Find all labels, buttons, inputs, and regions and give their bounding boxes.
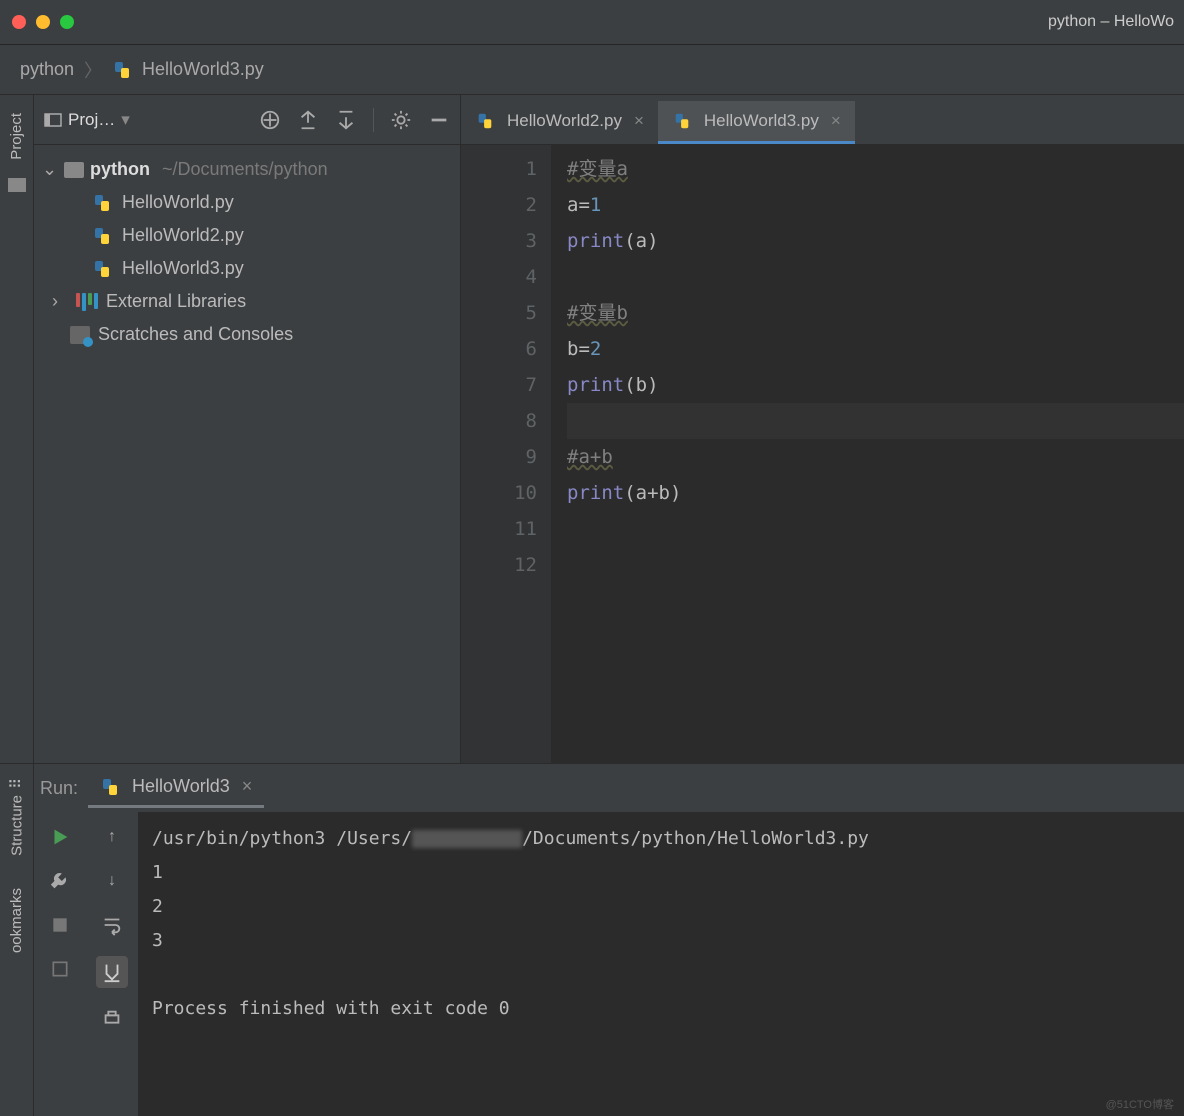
close-icon[interactable]: × (831, 111, 841, 131)
sidebar-title[interactable]: Proj… (68, 110, 115, 130)
run-panel: Structure ⠿ ookmarks Run: HelloWorld3 × … (0, 763, 1184, 1116)
library-icon (76, 293, 98, 311)
python-file-icon (92, 259, 112, 279)
python-icon (100, 777, 120, 797)
python-file-icon (92, 226, 112, 246)
chevron-right-icon[interactable]: › (52, 291, 68, 312)
toolbar-separator (373, 108, 374, 132)
soft-wrap-icon[interactable] (99, 912, 125, 938)
window-close-button[interactable] (12, 15, 26, 29)
editor-tab[interactable]: HelloWorld2.py × (461, 101, 658, 144)
print-icon[interactable] (99, 1006, 125, 1032)
structure-tool-tab[interactable]: Structure ⠿ (6, 772, 28, 862)
code-editor[interactable]: 123456789101112 #变量aa=1print(a) #变量bb=2p… (461, 145, 1184, 763)
close-icon[interactable]: × (242, 776, 253, 797)
rerun-button[interactable] (47, 824, 73, 850)
chevron-down-icon[interactable]: ⌄ (42, 159, 58, 180)
run-controls-right: ↑ ↓ (86, 812, 138, 1116)
run-controls-left (34, 812, 86, 1116)
code-area[interactable]: #变量aa=1print(a) #变量bb=2print(b) #a+bprin… (551, 145, 1184, 763)
tree-project-root[interactable]: ⌄ python ~/Documents/python (34, 153, 460, 186)
run-label: Run: (40, 778, 78, 799)
chevron-down-icon[interactable]: ▾ (121, 110, 130, 130)
breadcrumb-file[interactable]: HelloWorld3.py (142, 59, 264, 80)
breadcrumb-separator: 〉 (84, 57, 102, 83)
sidebar-toolbar: Proj… ▾ (34, 95, 460, 145)
lower-tool-stripe: Structure ⠿ ookmarks (0, 764, 34, 1116)
up-arrow-icon[interactable]: ↑ (99, 824, 125, 850)
gear-icon[interactable] (390, 109, 412, 131)
window-title: python – HelloWo (1048, 13, 1174, 31)
python-file-icon (672, 111, 692, 131)
run-header: Run: HelloWorld3 × (34, 764, 1184, 812)
project-tool-tab[interactable]: Project (6, 105, 27, 168)
run-config-tab[interactable]: HelloWorld3 × (88, 768, 264, 808)
window-minimize-button[interactable] (36, 15, 50, 29)
titlebar: python – HelloWo (0, 0, 1184, 45)
tree-file[interactable]: HelloWorld.py (34, 186, 460, 219)
tree-file[interactable]: HelloWorld2.py (34, 219, 460, 252)
python-file-icon (475, 111, 495, 131)
project-tree: ⌄ python ~/Documents/python HelloWorld.p… (34, 145, 460, 359)
breadcrumb-root[interactable]: python (20, 59, 74, 80)
window-zoom-button[interactable] (60, 15, 74, 29)
folder-icon (8, 178, 26, 192)
console-output[interactable]: /usr/bin/python3 /Users//Documents/pytho… (138, 812, 1184, 1116)
project-view-icon (44, 111, 62, 129)
tree-scratches[interactable]: Scratches and Consoles (34, 318, 460, 351)
line-gutter: 123456789101112 (461, 145, 551, 763)
editor: HelloWorld2.py × HelloWorld3.py × 123456… (461, 95, 1184, 763)
watermark: @51CTO博客 (1106, 1096, 1174, 1112)
scratches-icon (70, 326, 90, 344)
structure-icon: ⠿ (8, 778, 26, 789)
tree-file[interactable]: HelloWorld3.py (34, 252, 460, 285)
folder-icon (64, 162, 84, 178)
left-tool-stripe: Project (0, 95, 34, 763)
wrench-icon[interactable] (47, 868, 73, 894)
close-icon[interactable]: × (634, 111, 644, 131)
python-file-icon (112, 60, 132, 80)
expand-all-icon[interactable] (297, 109, 319, 131)
collapse-all-icon[interactable] (335, 109, 357, 131)
tree-external-libraries[interactable]: › External Libraries (34, 285, 460, 318)
editor-tabs: HelloWorld2.py × HelloWorld3.py × (461, 95, 1184, 145)
exit-icon[interactable] (47, 956, 73, 982)
python-file-icon (92, 193, 112, 213)
stop-button[interactable] (47, 912, 73, 938)
bookmarks-tool-tab[interactable]: ookmarks (6, 882, 27, 959)
down-arrow-icon[interactable]: ↓ (99, 868, 125, 894)
hide-icon[interactable] (428, 109, 450, 131)
run-tool-window: Run: HelloWorld3 × ↑ ↓ /usr/bin/python (34, 764, 1184, 1116)
project-sidebar: Proj… ▾ ⌄ python ~/Documents/python (34, 95, 461, 763)
select-opened-file-icon[interactable] (259, 109, 281, 131)
editor-tab[interactable]: HelloWorld3.py × (658, 101, 855, 144)
scroll-to-end-icon[interactable] (96, 956, 128, 988)
breadcrumb: python 〉 HelloWorld3.py (0, 45, 1184, 95)
